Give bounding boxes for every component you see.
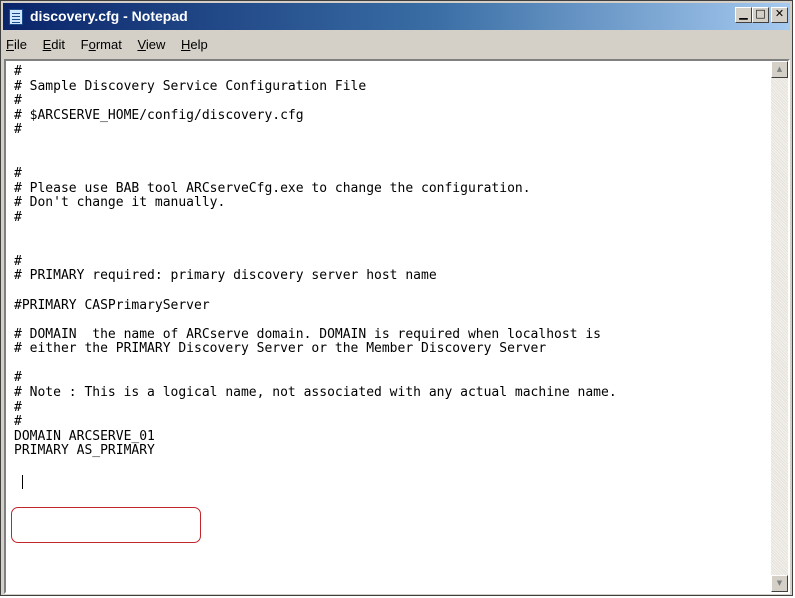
menu-file[interactable]: File	[3, 32, 33, 58]
menu-edit-accelerator: E	[42, 37, 52, 52]
menu-file-label: ile	[13, 37, 27, 52]
notepad-icon[interactable]	[9, 9, 23, 25]
maximize-button[interactable]: □	[752, 7, 769, 23]
window-title: discovery.cfg - Notepad	[30, 8, 188, 24]
menu-format[interactable]: Format	[75, 32, 128, 58]
document-text[interactable]: # # Sample Discovery Service Configurati…	[14, 64, 617, 459]
menu-file-accelerator: F	[6, 37, 14, 52]
menu-edit[interactable]: Edit	[37, 32, 71, 58]
menu-view[interactable]: View	[131, 32, 171, 58]
minimize-button[interactable]: ▁	[735, 7, 752, 23]
text-editor[interactable]: # # Sample Discovery Service Configurati…	[4, 59, 790, 594]
menu-edit-label: dit	[51, 37, 65, 52]
title-bar[interactable]: discovery.cfg - Notepad ▁ □ ✕	[3, 3, 790, 30]
scroll-down-button[interactable]: ▼	[771, 575, 788, 592]
menu-format-label-start: F	[80, 37, 89, 52]
menu-format-accelerator: o	[88, 37, 96, 52]
notepad-window: discovery.cfg - Notepad ▁ □ ✕ File Edit …	[0, 0, 793, 596]
vertical-scrollbar[interactable]: ▲ ▼	[771, 61, 788, 592]
scroll-up-button[interactable]: ▲	[771, 61, 788, 78]
menu-help[interactable]: Help	[175, 32, 214, 58]
menu-bar: File Edit Format View Help	[3, 32, 790, 58]
menu-help-label: elp	[190, 37, 208, 52]
menu-format-label-end: rmat	[95, 37, 122, 52]
menu-help-accelerator: H	[181, 37, 191, 52]
menu-view-label: iew	[145, 37, 166, 52]
close-button[interactable]: ✕	[771, 7, 788, 23]
highlight-annotation	[11, 507, 201, 543]
menu-view-accelerator: V	[137, 37, 146, 52]
text-cursor	[22, 475, 23, 489]
